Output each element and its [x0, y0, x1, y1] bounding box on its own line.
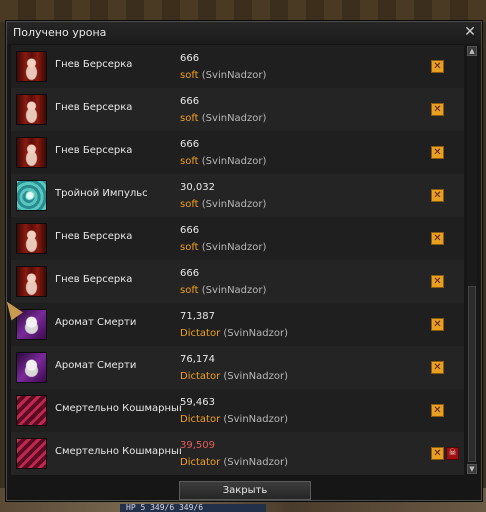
skill-name: Гнев Берсерка — [55, 231, 133, 242]
berserker-rage-icon — [16, 137, 47, 168]
damage-value: 71,387 — [180, 311, 215, 322]
death-aroma-icon — [16, 352, 47, 383]
skill-name: Аромат Смерти — [55, 317, 137, 328]
attacker-info: soft (SvinNadzor) — [180, 70, 266, 81]
hp-bar: HP 5 349/6 349/6 — [120, 504, 266, 512]
damage-row[interactable]: Гнев Берсерка 666 soft (SvinNadzor) ✕ — [11, 131, 464, 174]
shield-broken-icon: ✕ — [431, 103, 444, 116]
attacker-info: soft (SvinNadzor) — [180, 285, 266, 296]
skill-name: Тройной Импульс — [55, 188, 148, 199]
deadly-nightmare-icon — [16, 438, 47, 469]
attacker-name: soft — [180, 70, 199, 81]
triple-impulse-icon — [16, 180, 47, 211]
skill-name: Гнев Берсерка — [55, 145, 133, 156]
damage-value: 30,032 — [180, 182, 215, 193]
attacker-name: soft — [180, 113, 199, 124]
attacker-server: (SvinNadzor) — [223, 371, 288, 382]
attacker-server: (SvinNadzor) — [201, 285, 267, 296]
shield-broken-icon: ✕ — [431, 189, 444, 202]
berserker-rage-icon — [16, 266, 47, 297]
shield-broken-icon: ✕ — [431, 318, 444, 331]
attacker-info: soft (SvinNadzor) — [180, 199, 266, 210]
attacker-info: Dictator (SvinNadzor) — [180, 328, 288, 339]
attacker-name: Dictator — [180, 457, 221, 468]
close-button[interactable]: Закрыть — [179, 481, 311, 500]
skull-icon: ☠ — [446, 447, 459, 460]
damage-value: 59,463 — [180, 397, 215, 408]
skill-name: Смертельно Кошмарный Ц — [55, 403, 181, 414]
attacker-name: Dictator — [180, 414, 221, 425]
berserker-rage-icon — [16, 51, 47, 82]
attacker-info: soft (SvinNadzor) — [180, 156, 266, 167]
attacker-info: soft (SvinNadzor) — [180, 242, 266, 253]
attacker-server: (SvinNadzor) — [201, 113, 267, 124]
attacker-server: (SvinNadzor) — [201, 242, 267, 253]
damage-row[interactable]: Тройной Импульс 30,032 soft (SvinNadzor) ✕ — [11, 174, 464, 217]
attacker-name: soft — [180, 242, 199, 253]
damage-row[interactable]: Гнев Берсерка 666 soft (SvinNadzor) ✕ — [11, 217, 464, 260]
attacker-name: soft — [180, 199, 199, 210]
damage-value: 666 — [180, 96, 200, 107]
damage-row[interactable]: Смертельно Кошмарный Ц59,463 Dictator (Sv… — [11, 389, 464, 432]
scroll-down-icon[interactable]: ▼ — [467, 464, 477, 474]
damage-value: 666 — [180, 139, 200, 150]
shield-broken-icon: ✕ — [431, 404, 444, 417]
shield-broken-icon: ✕ — [431, 361, 444, 374]
window-titlebar[interactable]: Получено урона ✕ — [7, 22, 481, 44]
damage-row[interactable]: Аромат Смерти 76,174 Dictator (SvinNadzor)… — [11, 346, 464, 389]
attacker-name: Dictator — [180, 371, 221, 382]
damage-row[interactable]: Гнев Берсерка 666 soft (SvinNadzor) ✕ — [11, 260, 464, 303]
attacker-server: (SvinNadzor) — [223, 328, 288, 339]
berserker-rage-icon — [16, 94, 47, 125]
damage-row[interactable]: Гнев Берсерка 666 soft (SvinNadzor) ✕ — [11, 88, 464, 131]
skill-name: Смертельно Кошмарный Ц — [55, 446, 181, 457]
damage-value: 666 — [180, 268, 200, 279]
shield-broken-icon: ✕ — [431, 447, 444, 460]
shield-broken-icon: ✕ — [431, 232, 444, 245]
deadly-nightmare-icon — [16, 395, 47, 426]
attacker-name: soft — [180, 285, 199, 296]
scroll-up-icon[interactable]: ▲ — [467, 46, 477, 56]
window-title: Получено урона — [13, 26, 107, 39]
attacker-server: (SvinNadzor) — [201, 70, 267, 81]
attacker-server: (SvinNadzor) — [223, 457, 288, 468]
attacker-info: Dictator (SvinNadzor) — [180, 371, 288, 382]
damage-value: 666 — [180, 225, 200, 236]
shield-broken-icon: ✕ — [431, 275, 444, 288]
damage-list[interactable]: Гнев Берсерка 666 soft (SvinNadzor) ✕ Гнев Б… — [11, 45, 464, 475]
attacker-name: Dictator — [180, 328, 221, 339]
skill-name: Гнев Берсерка — [55, 59, 133, 70]
damage-row[interactable]: Смертельно Кошмарный Ц39,509 Dictator (Sv… — [11, 432, 464, 475]
damage-row[interactable]: Гнев Берсерка 666 soft (SvinNadzor) ✕ — [11, 45, 464, 88]
shield-broken-icon: ✕ — [431, 60, 444, 73]
damage-value: 39,509 — [180, 440, 215, 451]
game-world-background-top — [0, 0, 486, 22]
attacker-server: (SvinNadzor) — [201, 199, 267, 210]
shield-broken-icon: ✕ — [431, 146, 444, 159]
scrollbar[interactable]: ▲ ▼ — [467, 46, 477, 474]
attacker-name: soft — [180, 156, 199, 167]
attacker-server: (SvinNadzor) — [201, 156, 267, 167]
attacker-info: soft (SvinNadzor) — [180, 113, 266, 124]
skill-name: Гнев Берсерка — [55, 102, 133, 113]
scroll-thumb[interactable] — [468, 286, 476, 462]
damage-received-window: Получено урона ✕ Гнев Берсерка 666 soft (S… — [6, 21, 482, 501]
attacker-info: Dictator (SvinNadzor) — [180, 457, 288, 468]
close-icon[interactable]: ✕ — [463, 24, 477, 40]
berserker-rage-icon — [16, 223, 47, 254]
skill-name: Гнев Берсерка — [55, 274, 133, 285]
skill-name: Аромат Смерти — [55, 360, 137, 371]
damage-value: 76,174 — [180, 354, 215, 365]
damage-row[interactable]: Аромат Смерти 71,387 Dictator (SvinNadzor)… — [11, 303, 464, 346]
damage-value: 666 — [180, 53, 200, 64]
attacker-info: Dictator (SvinNadzor) — [180, 414, 288, 425]
attacker-server: (SvinNadzor) — [223, 414, 288, 425]
